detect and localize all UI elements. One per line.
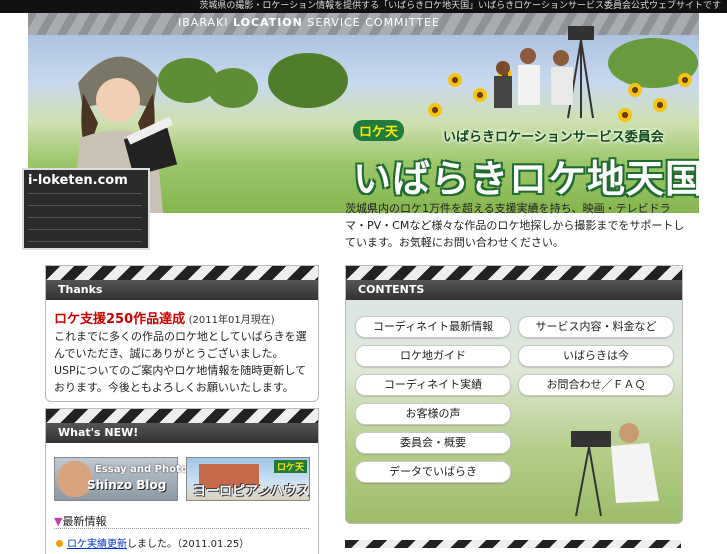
sunflower-shape	[653, 98, 667, 112]
contents-button[interactable]: いばらきは今	[518, 345, 674, 367]
badge-title: i-loketen.com	[28, 173, 128, 188]
thanks-body-line: USPについてのご案内やロケ地情報を随時更新しております。今後ともよろしくお願い…	[54, 364, 307, 394]
news-item: ロケ実績更新しました。（2011.01.25）	[56, 535, 249, 550]
sunflower-shape	[448, 73, 462, 87]
sunflower-shape	[428, 103, 442, 117]
thanks-panel: Thanks ロケ支援250作品達成 (2011年01月現在) これまでに多くの…	[45, 265, 319, 402]
banner-line: Shinzo Blog	[87, 478, 167, 492]
banner-tag: ロケ天	[273, 460, 307, 473]
contents-heading: CONTENTS	[346, 280, 682, 300]
shinzo-blog-banner[interactable]: Essay and Photo Shinzo Blog	[54, 457, 188, 501]
top-bar-text: 茨城県の撮影・ロケーション情報を提供する「いばらきロケ地天国」いばらきロケーショ…	[199, 1, 721, 11]
contents-button[interactable]: コーディネイト最新情報	[355, 316, 511, 338]
film-crew-illustration	[494, 26, 594, 119]
banner-text: ヨーロピアンハウス	[193, 484, 310, 499]
contents-button[interactable]: お問合わせ／ＦＡＱ	[518, 374, 674, 396]
site-logo[interactable]: ロケ天 いばらきロケーションサービス委員会 いばらきロケ地天国	[353, 118, 699, 203]
news-heading: ▼最新情報	[54, 515, 107, 528]
intro-text: 茨城県内のロケ1万件を超える支援実績を持ち、映画・テレビドラマ・PV・CMなど様…	[345, 202, 685, 249]
header-stripe-text: IBARAKI LOCATION SERVICE COMMITTEE	[178, 16, 440, 29]
contents-button[interactable]: サービス内容・料金など	[518, 316, 674, 338]
contents-button[interactable]: ロケ地ガイド	[355, 345, 511, 367]
top-bar: 茨城県の撮影・ロケーション情報を提供する「いばらきロケ地天国」いばらきロケーショ…	[0, 0, 727, 13]
thanks-date: (2011年01月現在)	[188, 315, 275, 326]
thanks-body-line: これまでに多くの作品のロケ地としていばらきを選んでいただき、誠にありがとうござい…	[54, 330, 307, 360]
clapper-stripe	[346, 266, 682, 280]
thanks-title-link[interactable]: ロケ支援250作品達成	[54, 312, 185, 327]
european-house-banner[interactable]: ロケ天 ヨーロピアンハウス	[186, 457, 310, 501]
thanks-body: これまでに多くの作品のロケ地としていばらきを選んでいただき、誠にありがとうござい…	[54, 328, 312, 396]
thanks-title: ロケ支援250作品達成 (2011年01月現在)	[54, 308, 275, 327]
thanks-heading: Thanks	[46, 280, 318, 300]
sunflower-shape	[678, 73, 692, 87]
contents-panel: CONTENTS コーディネイト最新情報 サービス内容・料金など ロケ地ガイド …	[345, 265, 683, 524]
badge-grid	[28, 192, 142, 242]
bullet-icon	[56, 540, 63, 547]
tree-shape	[268, 53, 348, 108]
cameraman-illustration	[571, 423, 659, 516]
sunflower-shape	[628, 83, 642, 97]
contents-button[interactable]: データでいばらき	[355, 461, 511, 483]
clapper-badge: i-loketen.com	[22, 168, 150, 250]
clapper-stripe	[345, 540, 681, 548]
tree-shape	[208, 68, 258, 108]
divider	[54, 528, 309, 529]
contents-button[interactable]: コーディネイト実績	[355, 374, 511, 396]
clapper-stripe	[46, 266, 318, 280]
whats-new-panel: What's NEW! Essay and Photo Shinzo Blog …	[45, 408, 319, 554]
logo-subtitle: いばらきロケーションサービス委員会	[443, 130, 664, 145]
logo-title: いばらきロケ地天国	[353, 157, 699, 201]
contents-button[interactable]: お客様の声	[355, 403, 511, 425]
clapper-stripe	[46, 409, 318, 423]
banner-line: Essay and Photo	[95, 464, 188, 475]
logo-tag: ロケ天	[353, 120, 405, 141]
whats-new-heading: What's NEW!	[46, 423, 318, 443]
contents-button[interactable]: 委員会・概要	[355, 432, 511, 454]
